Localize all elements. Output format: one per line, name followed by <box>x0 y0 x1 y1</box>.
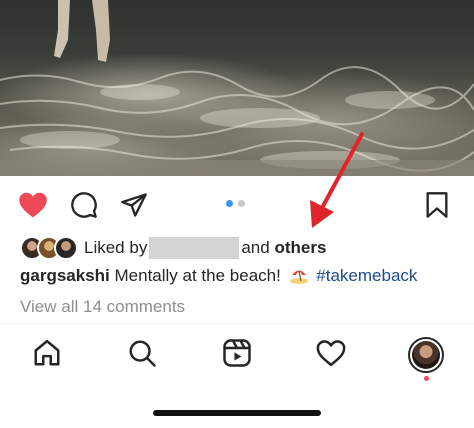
reels-icon <box>222 338 252 373</box>
search-icon <box>127 338 157 373</box>
post-photo[interactable] <box>0 0 474 176</box>
redacted-username <box>149 237 240 259</box>
liked-others-link[interactable]: others <box>274 238 326 258</box>
liked-by-label: Liked by <box>84 238 148 257</box>
caption-hashtag[interactable]: #takemeback <box>316 266 417 285</box>
paper-plane-icon <box>120 191 148 219</box>
caption-username[interactable]: gargsakshi <box>20 266 110 285</box>
nav-activity-button[interactable] <box>313 337 349 373</box>
profile-avatar <box>412 341 440 369</box>
carousel-indicator <box>226 200 245 207</box>
liked-and-label: and <box>241 238 270 257</box>
heart-filled-icon <box>18 191 48 219</box>
nav-reels-button[interactable] <box>219 337 255 373</box>
nav-profile-button[interactable] <box>408 337 444 373</box>
beach-photo-texture <box>0 0 474 176</box>
comment-bubble-icon <box>70 191 98 219</box>
liker-avatars <box>20 236 78 260</box>
post-caption: gargsakshi Mentally at the beach! #takem… <box>20 266 417 286</box>
like-button[interactable] <box>16 188 50 222</box>
liked-by-row[interactable]: Liked by and others <box>20 234 326 262</box>
home-icon <box>32 338 62 373</box>
comment-button[interactable] <box>67 188 101 222</box>
carousel-dot-active <box>226 200 233 207</box>
avatar <box>54 236 78 260</box>
save-button[interactable] <box>420 188 454 222</box>
home-indicator[interactable] <box>153 410 321 416</box>
nav-home-button[interactable] <box>29 337 65 373</box>
view-comments-link[interactable]: View all 14 comments <box>20 297 185 317</box>
bookmark-icon <box>424 191 450 219</box>
notification-dot <box>424 376 429 381</box>
caption-text: Mentally at the beach! <box>114 266 281 285</box>
carousel-dot <box>238 200 245 207</box>
share-button[interactable] <box>117 188 151 222</box>
beach-umbrella-emoji <box>289 266 309 284</box>
activity-heart-icon <box>316 339 346 372</box>
nav-search-button[interactable] <box>124 337 160 373</box>
divider <box>0 323 474 324</box>
